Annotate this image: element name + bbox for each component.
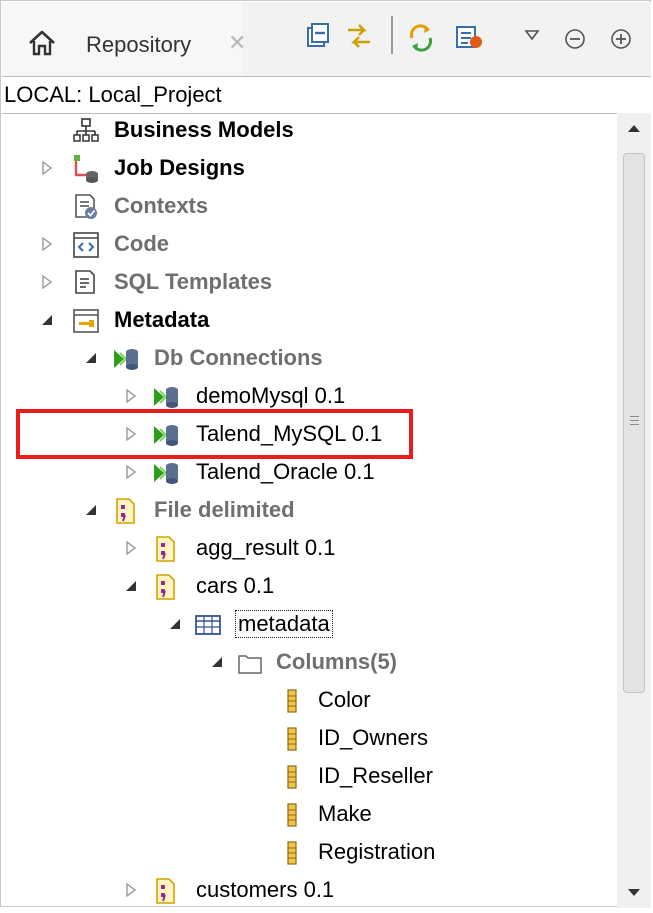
minimize-icon[interactable] — [562, 20, 592, 54]
db-connection-icon — [152, 383, 180, 411]
tree-item-label: ID_Owners — [318, 725, 429, 750]
tree-item-cars[interactable]: cars 0.1 — [2, 569, 617, 607]
tree-item-label: Job Designs — [114, 155, 245, 180]
tree-item-sql-templates[interactable]: SQL Templates — [2, 265, 617, 303]
tree-item-db-connections[interactable]: Db Connections — [2, 341, 617, 379]
scroll-thumb[interactable] — [623, 153, 645, 693]
project-selector[interactable]: LOCAL: Local_Project — [2, 76, 651, 114]
tree-item-metadata[interactable]: Metadata — [2, 303, 617, 341]
tree-item-label: Talend_Oracle 0.1 — [196, 459, 375, 484]
metadata-icon — [72, 307, 100, 335]
collapse-icon[interactable] — [168, 617, 182, 631]
tree-item-column-make[interactable]: Make — [2, 797, 617, 835]
db-connection-icon — [112, 345, 140, 373]
tree-item-label: Contexts — [114, 193, 209, 218]
contexts-icon — [72, 193, 100, 221]
close-icon[interactable]: ✕ — [228, 32, 246, 54]
tree-item-label: Db Connections — [154, 345, 323, 370]
expand-icon[interactable] — [124, 465, 138, 479]
tree-item-label: Color — [318, 687, 371, 712]
file-delimited-icon — [152, 573, 180, 601]
column-icon — [278, 687, 306, 715]
tree-item-code[interactable]: Code — [2, 227, 617, 265]
collapse-icon[interactable] — [40, 313, 54, 327]
scroll-down-icon[interactable] — [617, 878, 651, 908]
collapse-all-icon[interactable] — [302, 20, 332, 54]
expand-icon[interactable] — [124, 389, 138, 403]
tree-item-column-registration[interactable]: Registration — [2, 835, 617, 873]
tree-item-job-designs[interactable]: Job Designs — [2, 151, 617, 189]
tree-item-label: ID_Reseller — [318, 763, 433, 788]
repository-tree: Business Models Job Designs Contexts Cod… — [2, 113, 617, 908]
tree-item-label: metadata — [235, 610, 333, 638]
tree-item-column-color[interactable]: Color — [2, 683, 617, 721]
tree-item-column-id-owners[interactable]: ID_Owners — [2, 721, 617, 759]
tree-item-file-delimited[interactable]: File delimited — [2, 493, 617, 531]
tree-item-column-id-reseller[interactable]: ID_Reseller — [2, 759, 617, 797]
tree-item-talend-oracle[interactable]: Talend_Oracle 0.1 — [2, 455, 617, 493]
project-label: LOCAL: Local_Project — [4, 82, 222, 107]
tree-item-label: Registration — [318, 839, 436, 864]
collapse-icon[interactable] — [84, 351, 98, 365]
maximize-icon[interactable] — [608, 20, 638, 54]
db-connection-icon — [152, 459, 180, 487]
grip-line — [630, 416, 639, 417]
file-delimited-icon — [152, 877, 180, 905]
tree-item-columns[interactable]: Columns(5) — [2, 645, 617, 683]
folder-icon — [236, 649, 264, 677]
collapse-icon[interactable] — [210, 655, 224, 669]
tree-item-metadata-table[interactable]: metadata — [2, 607, 617, 645]
tree-item-label: Business Models — [114, 117, 294, 142]
expand-icon[interactable] — [124, 883, 138, 897]
tree-item-agg-result[interactable]: agg_result 0.1 — [2, 531, 617, 569]
column-icon — [278, 763, 306, 791]
column-icon — [278, 801, 306, 829]
expand-icon[interactable] — [124, 541, 138, 555]
grip-line — [630, 424, 639, 425]
tree-item-label: agg_result 0.1 — [196, 535, 336, 560]
tree-item-business-models[interactable]: Business Models — [2, 113, 617, 151]
column-icon — [278, 725, 306, 753]
collapse-icon[interactable] — [84, 503, 98, 517]
sql-templates-icon — [72, 269, 100, 297]
tree-item-label: File delimited — [154, 497, 295, 522]
expand-icon[interactable] — [40, 237, 54, 251]
business-model-icon — [72, 117, 100, 145]
code-icon — [72, 231, 100, 259]
home-icon — [28, 30, 56, 56]
tab-label: Repository — [86, 32, 192, 57]
expand-icon[interactable] — [40, 161, 54, 175]
grip-line — [630, 420, 639, 421]
repository-tab[interactable]: Repository ✕ — [2, 2, 246, 76]
expand-icon[interactable] — [40, 275, 54, 289]
tree-item-label: Code — [114, 231, 169, 256]
tree-item-label: SQL Templates — [114, 269, 273, 294]
link-with-editor-icon[interactable] — [344, 20, 374, 54]
tree-item-label: Make — [318, 801, 372, 826]
job-designs-icon — [72, 155, 100, 183]
refresh-icon[interactable] — [406, 20, 436, 54]
file-delimited-icon — [112, 497, 140, 525]
collapse-icon[interactable] — [124, 579, 138, 593]
file-delimited-icon — [152, 535, 180, 563]
table-icon — [194, 611, 222, 639]
tree-item-label: customers 0.1 — [196, 877, 335, 902]
scroll-up-icon[interactable] — [617, 113, 651, 143]
tree-item-label: demoMysql 0.1 — [196, 383, 346, 408]
view-toolbar: Repository ✕ — [2, 2, 651, 76]
repository-panel: Repository ✕ LOCAL: Local_Project Busine… — [0, 0, 651, 908]
tree-item-label: Columns(5) — [276, 649, 397, 674]
tree-item-contexts[interactable]: Contexts — [2, 189, 617, 227]
tree-item-label: cars 0.1 — [196, 573, 275, 598]
tree-item-customers[interactable]: customers 0.1 — [2, 873, 617, 908]
column-icon — [278, 839, 306, 867]
view-menu-icon[interactable] — [522, 20, 552, 54]
filter-icon[interactable] — [454, 20, 484, 54]
highlight-annotation — [16, 409, 413, 459]
tree-item-label: Metadata — [114, 307, 210, 332]
vertical-scrollbar[interactable] — [617, 113, 651, 908]
toolbar-separator — [391, 16, 393, 54]
